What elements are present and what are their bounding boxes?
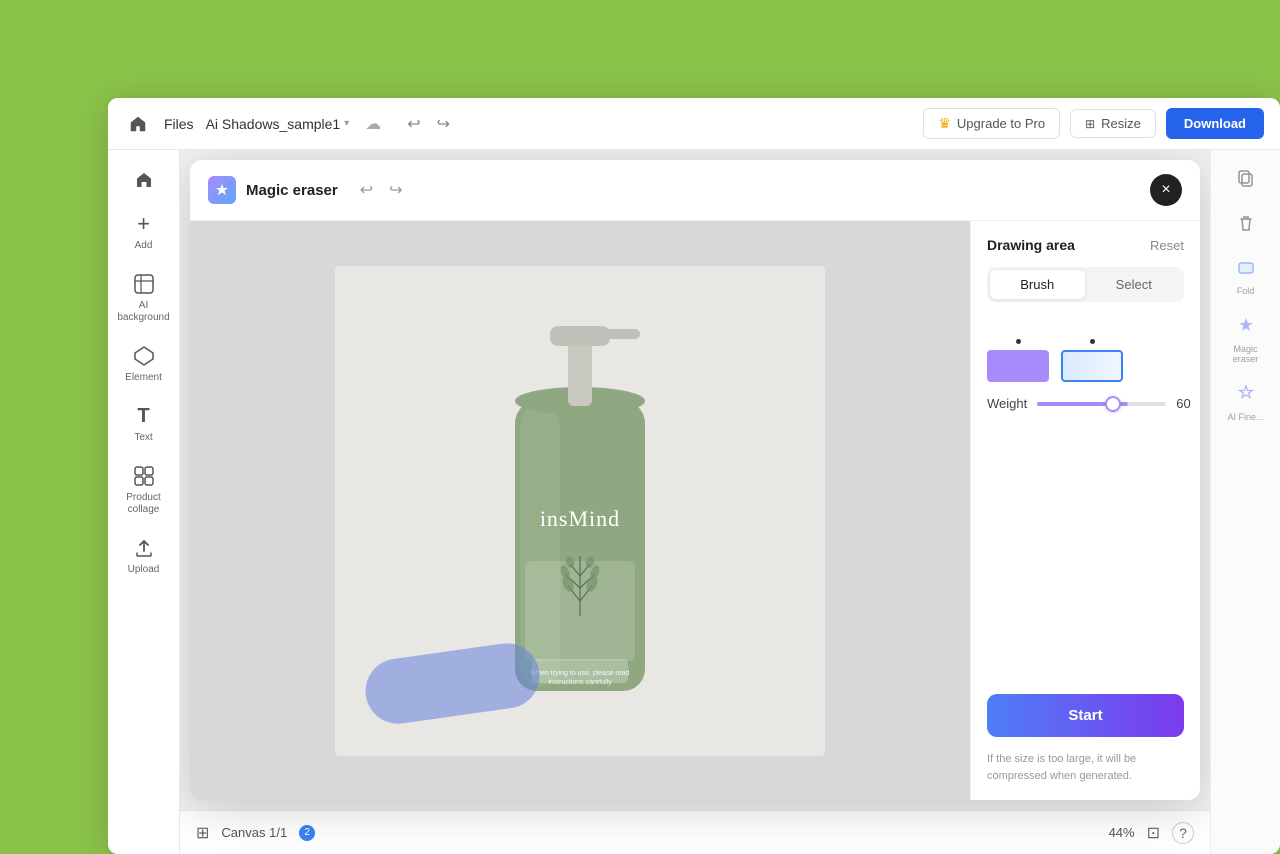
cloud-icon[interactable]: ☁ <box>365 114 381 134</box>
magic-eraser-modal: Magic eraser ↩ ↪ × <box>190 160 1200 800</box>
right-panel-copy[interactable] <box>1218 160 1274 201</box>
fold-icon <box>1236 258 1256 283</box>
brush-tab[interactable]: Brush <box>990 270 1085 299</box>
weight-value: 60 <box>1176 396 1190 411</box>
element-icon <box>132 344 156 368</box>
right-panel: Fold Magiceraser AI Fine... <box>1210 150 1280 854</box>
sidebar-item-upload[interactable]: Upload <box>114 528 174 584</box>
modal-redo-button[interactable]: ↪ <box>385 176 406 204</box>
bottom-bar: ⊞ Canvas 1/1 2 44% ⊡ ? <box>180 810 1210 854</box>
modal-right-panel: Drawing area Reset Brush Select <box>970 221 1200 800</box>
resize-icon: ⊞ <box>1085 117 1095 131</box>
ai-background-icon <box>132 272 156 296</box>
modal-title: Magic eraser <box>246 182 338 199</box>
add-icon: + <box>132 212 156 236</box>
modal-header-actions: ↩ ↪ <box>356 176 407 204</box>
fit-icon[interactable]: ⊡ <box>1147 823 1160 843</box>
disclaimer-text: If the size is too large, it will be com… <box>987 751 1184 784</box>
sidebar-item-ai-background[interactable]: AIbackground <box>114 264 174 332</box>
magic-eraser-panel-label: Magiceraser <box>1233 344 1259 364</box>
weight-label: Weight <box>987 396 1027 411</box>
magic-eraser-panel-icon <box>1236 316 1256 341</box>
modal-header: Magic eraser ↩ ↪ × <box>190 160 1200 221</box>
download-button[interactable]: Download <box>1166 108 1264 139</box>
text-icon: T <box>132 404 156 428</box>
help-icon[interactable]: ? <box>1172 822 1194 844</box>
resize-button[interactable]: ⊞ Resize <box>1070 109 1156 138</box>
panel-spacer <box>987 425 1184 680</box>
files-label[interactable]: Files <box>164 116 194 132</box>
sidebar-item-add[interactable]: + Add <box>114 204 174 260</box>
svg-text:When trying to use, please rea: When trying to use, please read <box>531 670 630 677</box>
ai-fine-icon <box>1236 384 1256 409</box>
weight-row: Weight 60 <box>987 396 1184 411</box>
product-image-container: insMind <box>335 266 825 756</box>
sidebar-item-home[interactable] <box>114 160 174 200</box>
canvas-wrapper: B Sp O In <box>180 150 1210 854</box>
upgrade-button[interactable]: ♛ Upgrade to Pro <box>923 108 1060 139</box>
left-sidebar: + Add AIbackground Element T Text <box>108 150 180 854</box>
drawing-area-title: Drawing area <box>987 237 1075 253</box>
sidebar-item-text-label: Text <box>134 432 152 444</box>
right-panel-ai-fine[interactable]: AI Fine... <box>1218 376 1274 430</box>
redo-button[interactable]: ↪ <box>431 110 456 138</box>
magic-eraser-modal-icon <box>208 176 236 204</box>
svg-text:instructions carefully: instructions carefully <box>548 679 612 686</box>
svg-text:insMind: insMind <box>540 506 620 531</box>
modal-overlay: Magic eraser ↩ ↪ × <box>180 150 1210 810</box>
layers-icon[interactable]: ⊞ <box>196 823 209 843</box>
reset-button[interactable]: Reset <box>1150 238 1184 253</box>
modal-body: insMind <box>190 221 1200 800</box>
drawing-area-header: Drawing area Reset <box>987 237 1184 253</box>
modal-undo-button[interactable]: ↩ <box>356 176 377 204</box>
undo-button[interactable]: ↩ <box>401 110 426 138</box>
app-window: Files Ai Shadows_sample1 ▾ ☁ ↩ ↪ ♛ Upgra… <box>108 98 1280 854</box>
topbar: Files Ai Shadows_sample1 ▾ ☁ ↩ ↪ ♛ Upgra… <box>108 98 1280 150</box>
bottle-wrapper: insMind <box>335 266 825 756</box>
large-brush-dot <box>1090 339 1095 344</box>
sidebar-item-upload-label: Upload <box>128 564 160 576</box>
home-sidebar-icon <box>132 168 156 192</box>
crown-icon: ♛ <box>938 115 951 132</box>
upload-icon <box>132 536 156 560</box>
sidebar-item-product-collage-label: Productcollage <box>126 492 160 516</box>
trash-icon <box>1236 213 1256 238</box>
fold-label: Fold <box>1237 286 1255 296</box>
app-body: + Add AIbackground Element T Text <box>108 150 1280 854</box>
product-collage-icon <box>132 464 156 488</box>
weight-slider[interactable] <box>1037 402 1166 406</box>
canvas-count-badge: 2 <box>299 825 315 841</box>
canvas-label: Canvas 1/1 <box>221 825 287 840</box>
modal-canvas[interactable]: insMind <box>190 221 970 800</box>
sidebar-item-text[interactable]: T Text <box>114 396 174 452</box>
zoom-level: 44% <box>1109 825 1135 840</box>
sidebar-item-product-collage[interactable]: Productcollage <box>114 456 174 524</box>
brush-size-small[interactable] <box>987 316 1049 382</box>
right-panel-magic-eraser[interactable]: Magiceraser <box>1218 308 1274 372</box>
large-brush-swatch <box>1061 350 1123 382</box>
tool-tabs: Brush Select <box>987 267 1184 302</box>
ai-fine-label: AI Fine... <box>1227 412 1263 422</box>
right-panel-fold[interactable]: Fold <box>1218 250 1274 304</box>
right-panel-trash[interactable] <box>1218 205 1274 246</box>
sidebar-item-ai-background-label: AIbackground <box>117 300 169 324</box>
small-brush-dot <box>1016 339 1021 344</box>
small-brush-swatch <box>987 350 1049 382</box>
sidebar-item-element[interactable]: Element <box>114 336 174 392</box>
brush-size-large[interactable] <box>1061 316 1123 382</box>
home-icon[interactable] <box>124 110 152 138</box>
start-button[interactable]: Start <box>987 694 1184 737</box>
project-name[interactable]: Ai Shadows_sample1 ▾ <box>206 116 350 132</box>
modal-close-button[interactable]: × <box>1150 174 1182 206</box>
sidebar-item-element-label: Element <box>125 372 162 384</box>
copy-icon <box>1236 168 1256 193</box>
project-chevron-icon: ▾ <box>344 118 349 129</box>
sidebar-item-add-label: Add <box>135 240 153 252</box>
select-tab[interactable]: Select <box>1087 270 1182 299</box>
brush-previews <box>987 316 1184 382</box>
